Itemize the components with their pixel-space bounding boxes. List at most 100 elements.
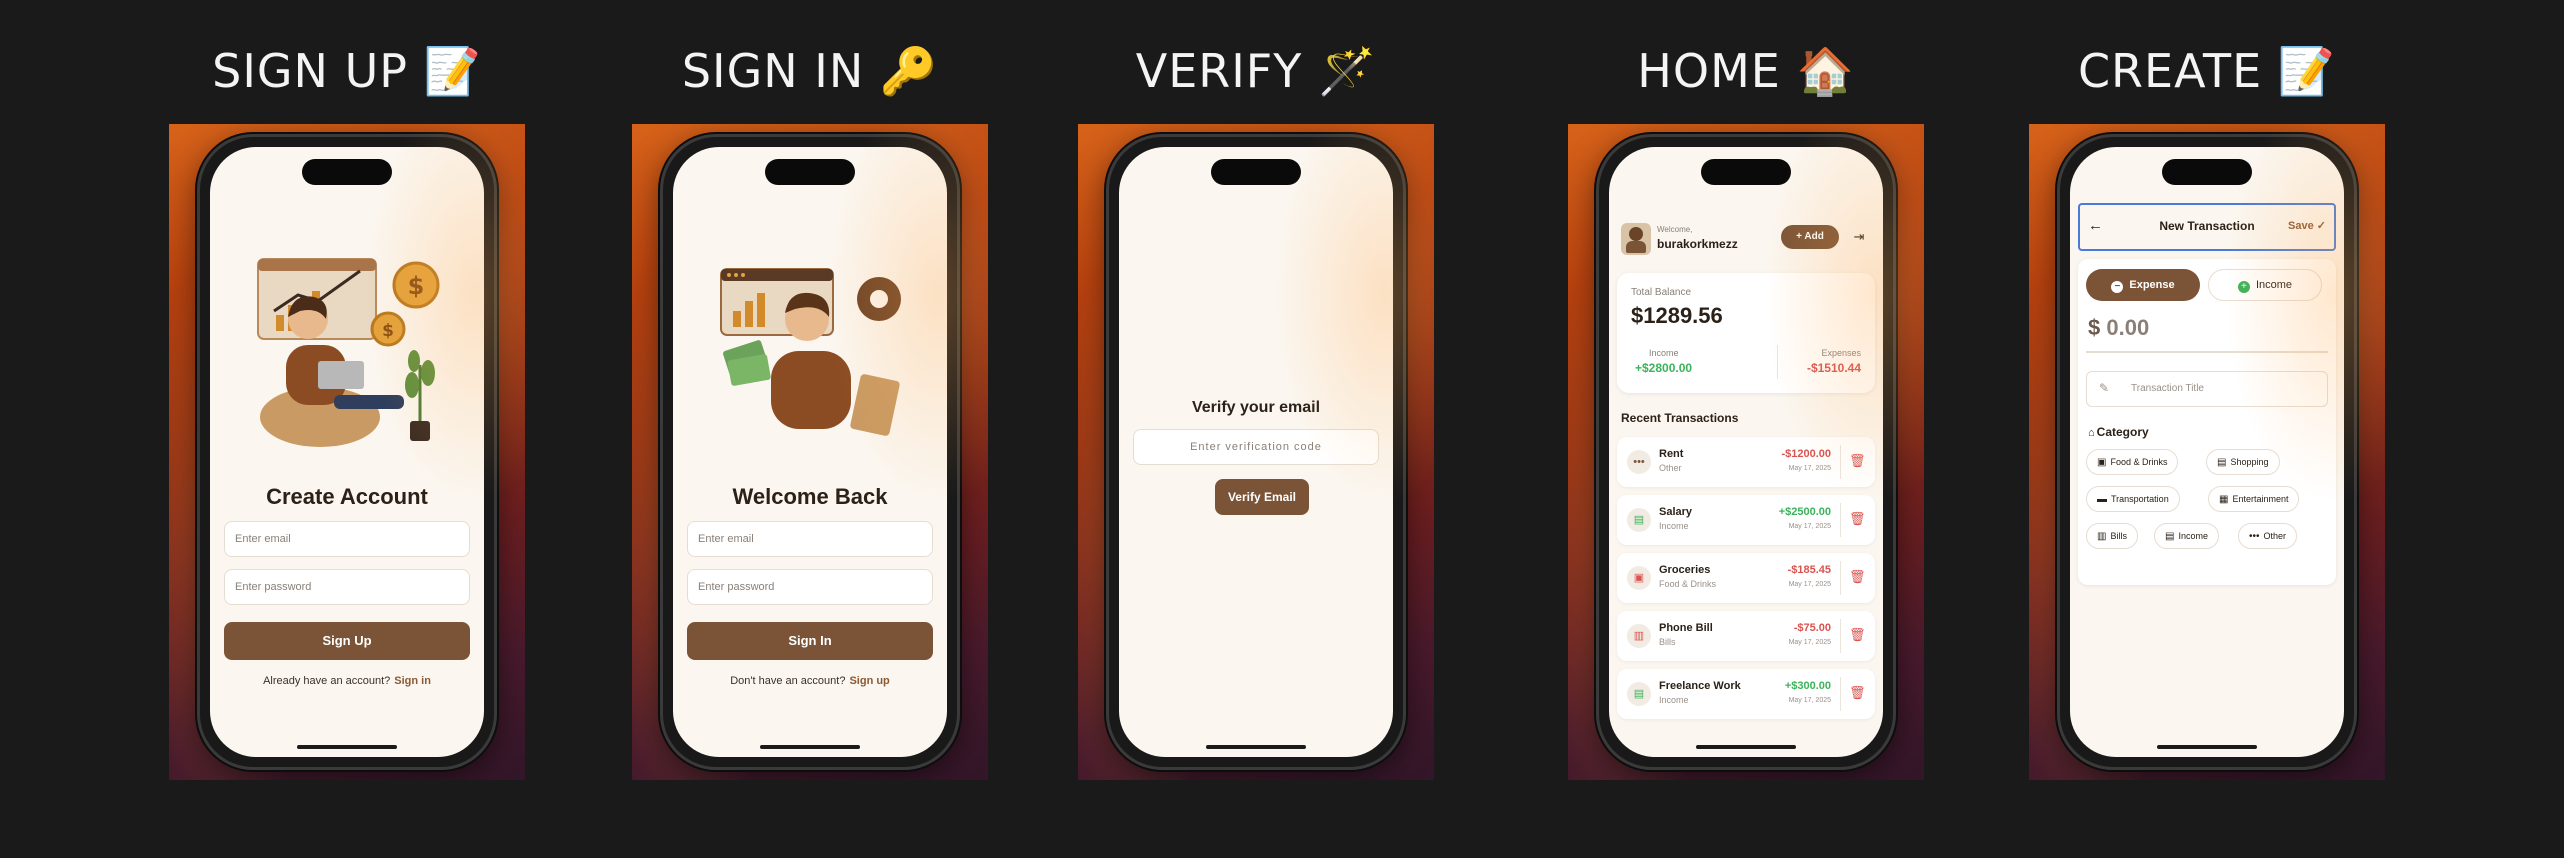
category-chip[interactable]: ▦ Entertainment bbox=[2208, 486, 2300, 512]
signup-prompt: Don't have an account? Sign up bbox=[673, 675, 947, 687]
signin-prompt: Already have an account? Sign in bbox=[210, 675, 484, 687]
transaction-amount: +$300.00 bbox=[1784, 680, 1831, 692]
screen-title: New Transaction bbox=[2159, 219, 2255, 233]
receipt-icon: ▥ bbox=[1627, 624, 1651, 648]
transaction-row[interactable]: ▤ Freelance Work Income +$300.00 May 17,… bbox=[1617, 669, 1875, 719]
currency-symbol: $ bbox=[2088, 315, 2101, 340]
home-screen: Welcome, burakorkmezz + Add ⇥ Total Bala… bbox=[1609, 147, 1883, 757]
transaction-row[interactable]: ▥ Phone Bill Bills -$75.00 May 17, 2025 … bbox=[1617, 611, 1875, 661]
dots-icon: ••• bbox=[1627, 450, 1651, 474]
category-heading: ⌂ Category bbox=[2088, 425, 2149, 439]
plus-circle-icon: + bbox=[2237, 281, 2250, 293]
amount-placeholder: 0.00 bbox=[2106, 315, 2150, 340]
signin-button[interactable]: Sign In bbox=[687, 622, 933, 660]
transaction-date: May 17, 2025 bbox=[1788, 465, 1831, 472]
amount-input[interactable]: $ 0.00 bbox=[2088, 315, 2149, 341]
category-chip[interactable]: ▣ Food & Drinks bbox=[2086, 449, 2179, 475]
transaction-row[interactable]: ▤ Salary Income +$2500.00 May 17, 2025 🗑 bbox=[1617, 495, 1875, 545]
divider bbox=[1840, 503, 1841, 537]
expense-toggle[interactable]: − Expense bbox=[2086, 269, 2200, 301]
transaction-date: May 17, 2025 bbox=[1788, 639, 1831, 646]
category-chip[interactable]: ▬ Transportation bbox=[2086, 486, 2180, 512]
verification-code-field[interactable]: Enter verification code bbox=[1133, 429, 1379, 465]
home-indicator bbox=[2157, 745, 2257, 749]
balance-label: Total Balance bbox=[1631, 287, 1692, 298]
email-field[interactable]: Enter email bbox=[224, 521, 470, 557]
transaction-category: Bills bbox=[1659, 637, 1676, 647]
dynamic-island bbox=[2162, 159, 2252, 185]
transaction-row[interactable]: ••• Rent Other -$1200.00 May 17, 2025 🗑 bbox=[1617, 437, 1875, 487]
tag-icon: ⌂ bbox=[2088, 427, 2095, 439]
logout-icon[interactable]: ⇥ bbox=[1849, 227, 1869, 247]
verify-panel: VERIFY 🪄 Verify your email Enter verific… bbox=[1078, 0, 1434, 858]
email-field[interactable]: Enter email bbox=[687, 521, 933, 557]
signup-prompt-text: Don't have an account? bbox=[730, 675, 846, 687]
create-screen: ← New Transaction Save ✓ − Expense + Incom… bbox=[2070, 147, 2344, 757]
dynamic-island bbox=[1701, 159, 1791, 185]
phone-frame: $ $ Create Account Enter email Enter pas… bbox=[197, 134, 497, 770]
signup-button[interactable]: Sign Up bbox=[224, 622, 470, 660]
transaction-name: Freelance Work bbox=[1659, 680, 1741, 692]
signin-prompt-text: Already have an account? bbox=[263, 675, 391, 687]
money-illustration bbox=[720, 268, 901, 436]
finance-illustration: $ $ bbox=[257, 258, 440, 447]
divider bbox=[1840, 445, 1841, 479]
transaction-row[interactable]: ▣ Groceries Food & Drinks -$185.45 May 1… bbox=[1617, 553, 1875, 603]
chip-label: Other bbox=[2263, 531, 2287, 541]
wallpaper: Verify your email Enter verification cod… bbox=[1078, 124, 1434, 780]
verify-screen: Verify your email Enter verification cod… bbox=[1119, 147, 1393, 757]
transaction-category: Income bbox=[1659, 521, 1689, 531]
dynamic-island bbox=[302, 159, 392, 185]
signin-heading: Welcome Back bbox=[732, 484, 888, 509]
password-field[interactable]: Enter password bbox=[224, 569, 470, 605]
trash-icon[interactable]: 🗑 bbox=[1849, 627, 1866, 643]
save-button[interactable]: Save ✓ bbox=[2288, 219, 2326, 232]
home-panel: HOME 🏠 Welcome, burakorkmezz + Add ⇥ Tot… bbox=[1568, 0, 1924, 858]
transaction-amount: -$185.45 bbox=[1787, 564, 1831, 576]
balance-card: Total Balance $1289.56 Income +$2800.00 … bbox=[1617, 273, 1875, 393]
wallpaper: Welcome Back Enter email Enter password … bbox=[632, 124, 988, 780]
income-toggle[interactable]: + Income bbox=[2208, 269, 2322, 301]
signup-panel: SIGN UP 📝 $ $ Create Account Enter email… bbox=[169, 0, 525, 858]
dynamic-island bbox=[765, 159, 855, 185]
add-transaction-button[interactable]: + Add bbox=[1781, 225, 1839, 249]
home-indicator bbox=[1696, 745, 1796, 749]
signup-link[interactable]: Sign up bbox=[849, 675, 889, 687]
dynamic-island bbox=[1211, 159, 1301, 185]
income-total: +$2800.00 bbox=[1635, 361, 1693, 375]
chip-label: Shopping bbox=[2230, 457, 2269, 467]
header-bar: ← New Transaction Save ✓ bbox=[2078, 203, 2336, 251]
trash-icon[interactable]: 🗑 bbox=[1849, 511, 1866, 527]
transaction-name: Salary bbox=[1659, 506, 1693, 518]
dots-icon: ••• bbox=[2249, 531, 2260, 542]
phone-frame: Welcome Back Enter email Enter password … bbox=[660, 134, 960, 770]
category-chip[interactable]: ▤ Income bbox=[2154, 523, 2219, 549]
plus-icon: + bbox=[1796, 231, 1805, 242]
panel-title: HOME 🏠 bbox=[1637, 44, 1855, 98]
home-indicator bbox=[297, 745, 397, 749]
category-chip[interactable]: ▤ Shopping bbox=[2206, 449, 2280, 475]
signin-link[interactable]: Sign in bbox=[394, 675, 431, 687]
avatar bbox=[1621, 223, 1651, 255]
wallpaper: $ $ Create Account Enter email Enter pas… bbox=[169, 124, 525, 780]
trash-icon[interactable]: 🗑 bbox=[1849, 453, 1866, 469]
password-field[interactable]: Enter password bbox=[687, 569, 933, 605]
expense-label: Expense bbox=[2129, 279, 2175, 291]
svg-text:$: $ bbox=[382, 321, 394, 341]
film-icon: ▦ bbox=[2219, 494, 2229, 505]
divider bbox=[1840, 677, 1841, 711]
transaction-title-field[interactable]: ✎ Transaction Title bbox=[2086, 371, 2328, 407]
trash-icon[interactable]: 🗑 bbox=[1849, 685, 1866, 701]
category-chip[interactable]: ••• Other bbox=[2238, 523, 2298, 549]
verify-email-button[interactable]: Verify Email bbox=[1215, 479, 1309, 515]
transaction-amount: -$75.00 bbox=[1793, 622, 1831, 634]
chip-label: Bills bbox=[2110, 531, 2127, 541]
trash-icon[interactable]: 🗑 bbox=[1849, 569, 1866, 585]
category-chip[interactable]: ▥ Bills bbox=[2086, 523, 2138, 549]
expenses-label: Expenses bbox=[1821, 348, 1861, 358]
transaction-name: Phone Bill bbox=[1659, 622, 1713, 634]
phone-frame: ← New Transaction Save ✓ − Expense + Incom… bbox=[2057, 134, 2357, 770]
transaction-name: Groceries bbox=[1659, 564, 1711, 576]
divider bbox=[1840, 561, 1841, 595]
transaction-date: May 17, 2025 bbox=[1788, 697, 1831, 704]
